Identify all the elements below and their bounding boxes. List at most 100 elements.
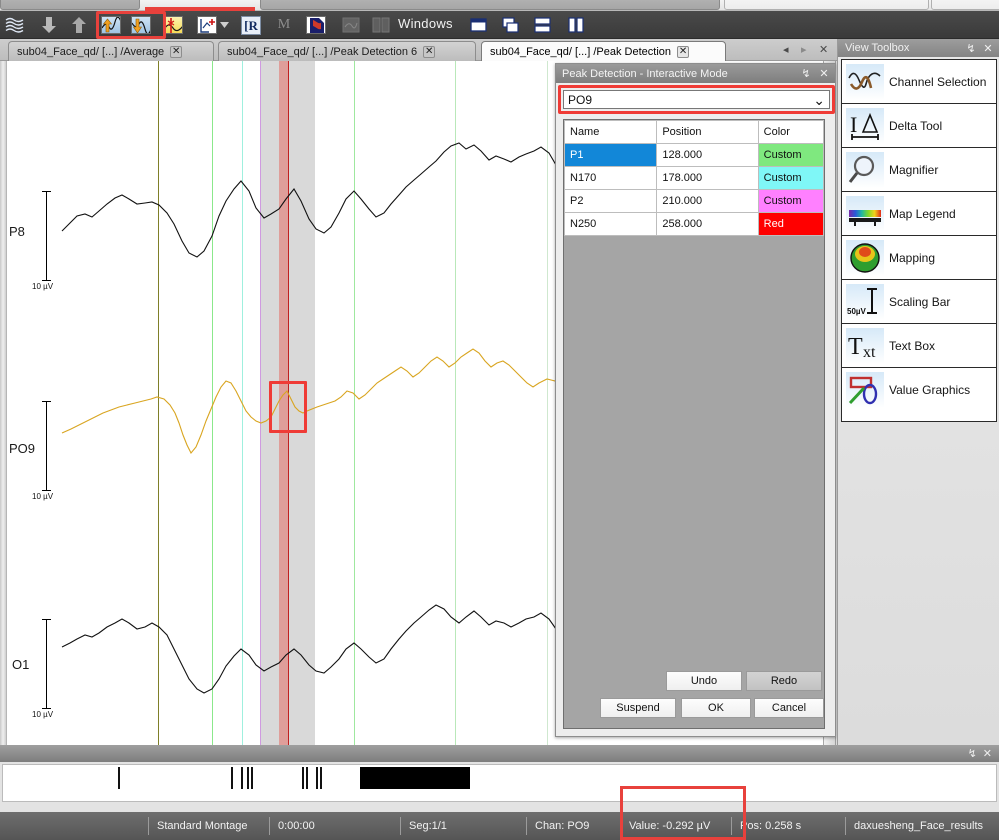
- ribbon-button-artifact-rejection[interactable]: [260, 0, 720, 10]
- matlab-export-icon[interactable]: M: [273, 14, 295, 36]
- book-icon[interactable]: [305, 14, 327, 36]
- pin-icon[interactable]: ↯: [968, 747, 977, 760]
- tab-peak-detection[interactable]: sub04_Face_qd/ [...] /Peak Detection ✕: [481, 41, 726, 62]
- new-window-icon[interactable]: [468, 14, 490, 36]
- r-export-icon[interactable]: [R: [240, 14, 262, 36]
- disabled-tool-1-icon: [340, 14, 362, 36]
- peak-position-cell[interactable]: 178.000: [656, 166, 759, 190]
- status-position: Pos: 0.258 s: [740, 820, 802, 832]
- tile-vertical-icon[interactable]: [566, 14, 588, 36]
- pin-icon[interactable]: ↯: [964, 42, 978, 55]
- toolbox-item-map-legend[interactable]: Map Legend: [842, 192, 996, 236]
- toolbox-item-channel-selection[interactable]: Channel Selection: [842, 60, 996, 104]
- ribbon-button-2[interactable]: [724, 0, 929, 10]
- timeline-tick: [251, 767, 253, 789]
- tab-close-icon[interactable]: ✕: [423, 45, 436, 58]
- toolbox-item-delta-tool[interactable]: I Delta Tool: [842, 104, 996, 148]
- pin-icon[interactable]: ↯: [799, 67, 813, 80]
- peak-color-cell[interactable]: Custom: [757, 166, 824, 190]
- trace-P8: [61, 142, 640, 258]
- suspend-button[interactable]: Suspend: [600, 698, 676, 718]
- peak-name-cell[interactable]: N170: [564, 166, 658, 190]
- peak-position-cell[interactable]: 258.000: [656, 212, 759, 236]
- timeline-tick: [247, 767, 249, 789]
- tab-close-icon[interactable]: ✕: [677, 46, 690, 58]
- peak-table-header-cell[interactable]: Name: [564, 120, 658, 144]
- peak-table-header-cell[interactable]: Position: [656, 120, 759, 144]
- close-icon[interactable]: ✕: [817, 67, 831, 80]
- tab-prev-button[interactable]: ◂: [783, 43, 789, 56]
- toolbox-item-value-graphics[interactable]: Value Graphics: [842, 368, 996, 412]
- peak-detection-up-icon[interactable]: [100, 14, 122, 36]
- waveform-stack-icon[interactable]: [4, 14, 26, 36]
- tile-horizontal-icon[interactable]: [532, 14, 554, 36]
- ok-button[interactable]: OK: [681, 698, 751, 718]
- marker-edit-icon[interactable]: [162, 14, 184, 36]
- tab-next-button[interactable]: ▸: [801, 43, 807, 56]
- peak-color-cell[interactable]: Custom: [757, 189, 824, 213]
- peak-color-cell[interactable]: Red: [757, 212, 824, 236]
- cascade-icon[interactable]: [500, 14, 522, 36]
- peak-detection-dialog[interactable]: Peak Detection - Interactive Mode ↯ ✕ PO…: [555, 63, 836, 737]
- dialog-titlebar[interactable]: Peak Detection - Interactive Mode ↯ ✕: [556, 64, 835, 83]
- arrow-up-icon[interactable]: [68, 14, 90, 36]
- tab-average[interactable]: sub04_Face_qd/ [...] /Average ✕: [8, 41, 214, 61]
- timeline-selection-block[interactable]: [360, 767, 470, 789]
- chevron-down-icon[interactable]: ⌄: [813, 93, 825, 107]
- application-window: [R M Windows sub04_Face_qd/ [...] /Avera…: [0, 0, 999, 840]
- toolbox-item-label: Mapping: [889, 250, 936, 265]
- scalebar-P8: [42, 191, 51, 281]
- redo-button[interactable]: Redo: [746, 671, 822, 691]
- timeline-tick: [316, 767, 318, 789]
- peak-detection-down-icon[interactable]: [130, 14, 152, 36]
- toolbox-item-scaling-bar[interactable]: 50µV Scaling Bar: [842, 280, 996, 324]
- channel-select-value: PO9: [568, 92, 593, 107]
- peak-color-cell[interactable]: Custom: [757, 143, 824, 167]
- table-row[interactable]: N250 258.000 Red: [564, 212, 824, 236]
- add-channel-icon[interactable]: [196, 14, 218, 36]
- toolbox-titlebar[interactable]: View Toolbox ↯ ✕: [838, 39, 999, 57]
- toolbox-item-magnifier[interactable]: Magnifier: [842, 148, 996, 192]
- peak-table-container[interactable]: Name Position Color P1 128.000 Custom N170 178…: [563, 119, 825, 729]
- status-channel: Chan: PO9: [535, 820, 590, 832]
- ribbon-button-1[interactable]: [0, 0, 140, 10]
- close-icon[interactable]: ✕: [981, 42, 995, 55]
- dialog-title: Peak Detection - Interactive Mode: [562, 67, 728, 80]
- status-value: Value: -0.292 µV: [629, 820, 711, 832]
- channel-select[interactable]: PO9 ⌄: [563, 90, 830, 109]
- peak-table-header-cell[interactable]: Color: [757, 120, 824, 144]
- tabstrip-close-button[interactable]: ✕: [819, 43, 828, 56]
- tab-label: sub04_Face_qd/ [...] /Peak Detection: [490, 46, 672, 58]
- cancel-button[interactable]: Cancel: [754, 698, 824, 718]
- main-toolbar: [R M Windows: [0, 11, 999, 39]
- peak-position-cell[interactable]: 210.000: [656, 189, 759, 213]
- bottom-panel: ↯ ✕ Standard Montage 0:00:00 Seg:1/1 Cha…: [0, 745, 999, 840]
- toolbox-item-label: Magnifier: [889, 162, 939, 177]
- bottom-panel-titlebar[interactable]: ↯ ✕: [0, 745, 999, 762]
- peak-name-cell[interactable]: P2: [564, 189, 658, 213]
- svg-text:I: I: [850, 112, 857, 137]
- arrow-down-icon[interactable]: [38, 14, 60, 36]
- table-row[interactable]: P2 210.000 Custom: [564, 189, 824, 213]
- timeline-overview[interactable]: [2, 764, 997, 802]
- toolbox-item-text-box[interactable]: T xt Text Box: [842, 324, 996, 368]
- peak-name-cell[interactable]: N250: [564, 212, 658, 236]
- peak-position-cell[interactable]: 128.000: [656, 143, 759, 167]
- delta-tool-icon: I: [846, 107, 884, 144]
- mapping-icon: [846, 239, 884, 276]
- undo-button[interactable]: Undo: [666, 671, 742, 691]
- toolbox-item-label: Text Box: [889, 338, 936, 353]
- toolbox-item-mapping[interactable]: Mapping: [842, 236, 996, 280]
- ribbon-top-row: [0, 0, 999, 13]
- peak-name-cell[interactable]: P1: [564, 143, 658, 167]
- tab-peak-detection-6[interactable]: sub04_Face_qd/ [...] /Peak Detection 6 ✕: [218, 41, 476, 61]
- tab-close-icon[interactable]: ✕: [170, 45, 183, 58]
- status-segment: Seg:1/1: [409, 820, 447, 832]
- close-icon[interactable]: ✕: [983, 747, 992, 760]
- channel-label-O1: O1: [12, 657, 30, 672]
- ribbon-button-3[interactable]: [931, 0, 999, 10]
- table-row[interactable]: P1 128.000 Custom: [564, 143, 824, 167]
- table-row[interactable]: N170 178.000 Custom: [564, 166, 824, 190]
- status-dataset: daxuesheng_Face_results: [854, 820, 984, 832]
- dropdown-arrow-icon[interactable]: [218, 14, 230, 36]
